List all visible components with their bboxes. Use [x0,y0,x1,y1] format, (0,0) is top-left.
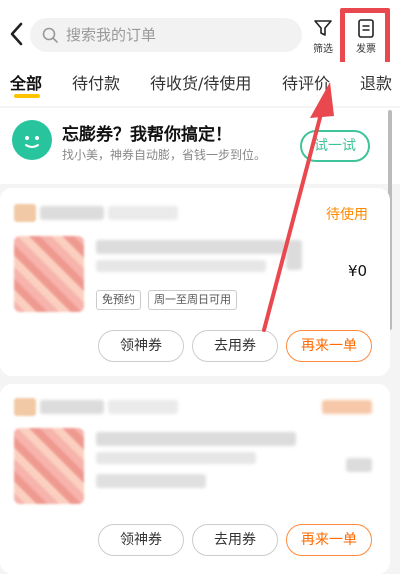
active-tab-indicator [14,94,40,98]
product-extra-blurred [286,240,302,270]
tab-pending-review[interactable]: 待评价 [282,70,330,94]
search-icon [42,27,58,43]
product-desc-blurred [96,260,266,272]
shop-name-blurred [108,206,178,220]
order-status-blurred [322,400,372,414]
use-coupon-button[interactable]: 去用券 [192,524,278,556]
shop-name-blurred [40,400,104,414]
shop-name-blurred [40,206,104,220]
order-price: ¥0 [348,262,368,280]
order-tag: 免预约 [96,290,141,310]
assistant-avatar-icon [12,120,52,160]
order-tag: 周一至周日可用 [148,290,237,310]
promo-subtitle: 找小美，神券自动膨，省钱一步到位。 [62,148,267,162]
use-coupon-button[interactable]: 去用券 [192,330,278,362]
reorder-button[interactable]: 再来一单 [286,524,372,556]
order-price-blurred [346,458,372,472]
product-thumbnail[interactable] [14,428,84,504]
back-icon[interactable] [6,20,28,48]
filter-label: 筛选 [313,44,333,55]
search-placeholder: 搜索我的订单 [66,26,157,44]
order-status: 待使用 [326,207,368,223]
try-button[interactable]: 试一试 [300,130,370,162]
get-coupon-button[interactable]: 领神券 [98,524,184,556]
get-coupon-button[interactable]: 领神券 [98,330,184,362]
product-title-blurred [96,432,296,446]
order-card[interactable]: 领神券 去用券 再来一单 [0,384,390,574]
tab-refund[interactable]: 退款 [360,70,392,94]
product-tags-blurred [96,474,206,488]
product-desc-blurred [96,452,256,464]
shop-name-blurred [108,400,178,414]
promo-title: 忘膨券？我帮你搞定！ [62,125,232,145]
reorder-button[interactable]: 再来一单 [286,330,372,362]
tab-all[interactable]: 全部 [10,70,42,94]
tab-pending-receipt[interactable]: 待收货/待使用 [150,70,251,94]
promo-banner: 忘膨券？我帮你搞定！ 找小美，神券自动膨，省钱一步到位。 试一试 [0,108,400,184]
shop-logo [14,398,36,416]
shop-logo [14,204,36,222]
order-card[interactable]: 待使用 ¥0 免预约 周一至周日可用 领神券 去用券 再来一单 [0,188,390,376]
order-tabs: 全部 待付款 待收货/待使用 待评价 退款 [0,62,400,106]
filter-button[interactable]: 筛选 [306,16,340,56]
product-thumbnail[interactable] [14,236,84,312]
filter-icon [314,20,332,36]
tab-pending-payment[interactable]: 待付款 [72,70,120,94]
search-input[interactable]: 搜索我的订单 [30,18,302,52]
product-title-blurred [96,240,286,254]
